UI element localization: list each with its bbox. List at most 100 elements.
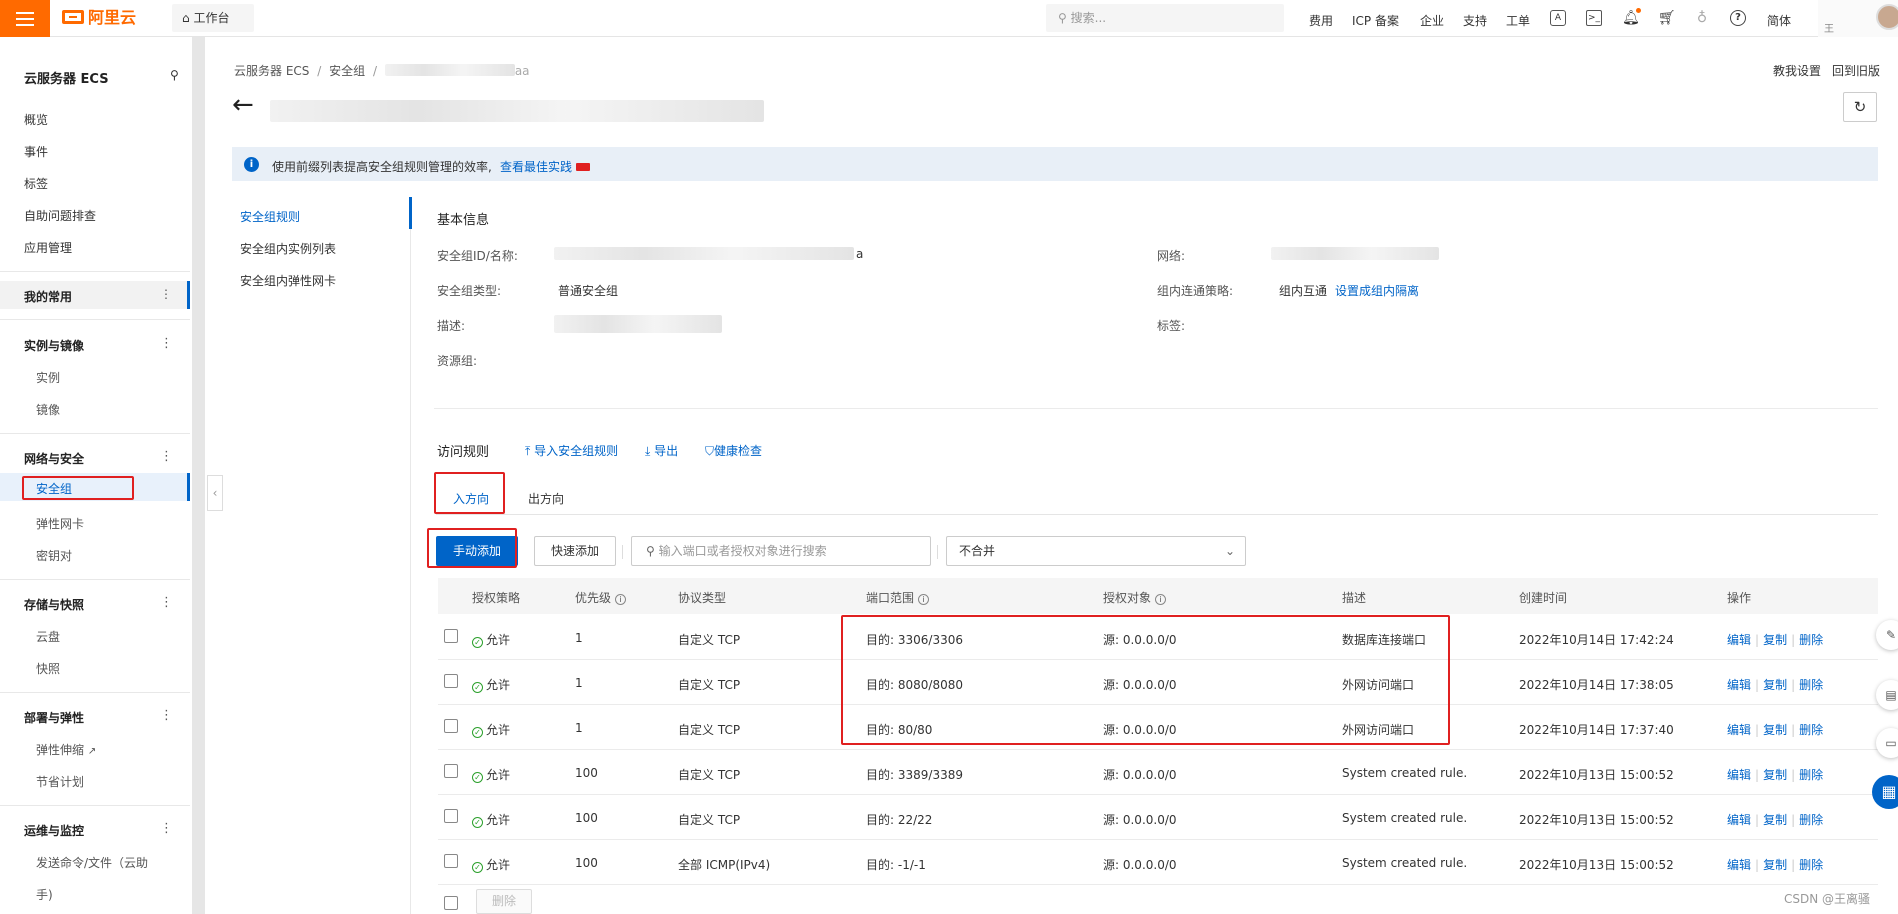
user-area[interactable]: 王 [1818,0,1898,37]
old-version-link[interactable]: 回到旧版 [1832,62,1880,79]
sidebar-favorites[interactable]: 我的常用 ⋮ [0,281,190,309]
sidebar-item-events[interactable]: 事件 [24,143,48,160]
access-rules-title: 访问规则 [437,445,490,460]
more-icon[interactable]: ⋮ [160,708,173,723]
terminal-icon[interactable]: >_ [1586,10,1602,26]
edit-link[interactable]: 编辑 [1727,633,1751,647]
delete-link[interactable]: 删除 [1799,678,1823,692]
row-checkbox[interactable] [444,854,458,868]
sidebar-item-autoscaling[interactable]: 弹性伸缩 ↗ [36,741,96,758]
edit-link[interactable]: 编辑 [1727,858,1751,872]
row-checkbox[interactable] [444,719,458,733]
copy-link[interactable]: 复制 [1763,723,1787,737]
breadcrumb-ecs[interactable]: 云服务器 ECS [234,64,309,78]
more-icon[interactable]: ⋮ [160,821,173,836]
subnav-rules[interactable]: 安全组规则 [240,208,300,225]
refresh-button[interactable]: ↻ [1843,92,1877,122]
copy-link[interactable]: 复制 [1763,678,1787,692]
delete-link[interactable]: 删除 [1799,813,1823,827]
edit-link[interactable]: 编辑 [1727,723,1751,737]
delete-link[interactable]: 删除 [1799,723,1823,737]
sidebar-item-troubleshoot[interactable]: 自助问题排查 [24,207,96,224]
copy-link[interactable]: 复制 [1763,633,1787,647]
sidebar-group-ops[interactable]: 运维与监控 [24,822,84,839]
nav-ticket[interactable]: 工单 [1506,12,1530,29]
bulk-delete-button[interactable]: 删除 [476,889,532,914]
sidebar-item-savings[interactable]: 节省计划 [36,773,84,790]
sidebar-item-eni[interactable]: 弹性网卡 [36,515,84,532]
bulb-icon[interactable]: ♁ [1694,10,1710,26]
sidebar-item-disk[interactable]: 云盘 [36,628,60,645]
import-rules-button[interactable]: ⤒ 导入安全组规则 [525,442,618,459]
apps-float-icon[interactable]: ▦ [1872,775,1898,809]
sidebar-item-send-command[interactable]: 发送命令/文件（云助 [36,854,148,871]
copy-link[interactable]: 复制 [1763,768,1787,782]
rule-search-input[interactable]: ⚲ 输入端口或者授权对象进行搜索 [631,536,931,566]
sidebar-item-snapshot[interactable]: 快照 [36,660,60,677]
tutorial-link[interactable]: 教我设置 [1773,62,1821,79]
nav-enterprise[interactable]: 企业 [1420,12,1444,29]
sidebar-item-image[interactable]: 镜像 [36,401,60,418]
subnav-enis[interactable]: 安全组内弹性网卡 [240,272,336,289]
menu-icon[interactable] [0,0,50,37]
collapse-sidebar-icon[interactable]: ‹ [207,475,223,511]
sidebar-item-keypair[interactable]: 密钥对 [36,547,72,564]
search-box[interactable]: ⚲ 搜索... [1046,4,1284,32]
info-icon[interactable]: i [917,594,929,605]
delete-link[interactable]: 删除 [1799,768,1823,782]
sidebar-group-deploy[interactable]: 部署与弹性 [24,709,84,726]
more-icon[interactable]: ⋮ [160,449,173,464]
more-icon[interactable]: ⋮ [160,336,173,351]
set-isolation-link[interactable]: 设置成组内隔离 [1335,282,1419,299]
delete-link[interactable]: 删除 [1799,633,1823,647]
nav-support[interactable]: 支持 [1463,12,1487,29]
subnav-instances[interactable]: 安全组内实例列表 [240,240,336,257]
workbench-button[interactable]: ⌂ 工作台 [172,4,254,32]
help-icon[interactable]: ? [1730,10,1746,26]
row-checkbox[interactable] [444,629,458,643]
more-icon[interactable]: ⋮ [160,287,172,301]
more-icon[interactable]: ⋮ [160,595,173,610]
divider [0,319,190,320]
sidebar-group-instances[interactable]: 实例与镜像 [24,337,84,354]
export-button[interactable]: ⤓ 导出 [645,442,678,459]
row-checkbox[interactable] [444,809,458,823]
quick-add-button[interactable]: 快速添加 [534,536,616,566]
copy-link[interactable]: 复制 [1763,858,1787,872]
sidebar-scrollbar[interactable] [192,37,205,914]
cart-icon[interactable]: 🛒︎ [1658,10,1676,26]
sidebar-item-instance[interactable]: 实例 [36,369,60,386]
aliyun-logo[interactable]: 阿里云 [62,8,136,28]
sidebar-group-network[interactable]: 网络与安全 [24,450,84,467]
sidebar-search-icon[interactable]: ⚲ [170,68,179,82]
tab-outbound[interactable]: 出方向 [528,490,564,507]
chat-float-icon[interactable]: ▭ [1876,728,1898,758]
network-label: 网络: [1157,249,1186,263]
breadcrumb-security-group[interactable]: 安全组 [329,64,365,78]
nav-fee[interactable]: 费用 [1309,12,1333,29]
row-checkbox[interactable] [444,674,458,688]
merge-select[interactable]: 不合并 ⌄ [946,536,1246,566]
edit-link[interactable]: 编辑 [1727,768,1751,782]
sidebar-item-overview[interactable]: 概览 [24,111,48,128]
sidebar-item-tags[interactable]: 标签 [24,175,48,192]
delete-link[interactable]: 删除 [1799,858,1823,872]
sidebar-group-storage[interactable]: 存储与快照 [24,596,84,613]
edit-link[interactable]: 编辑 [1727,813,1751,827]
copy-link[interactable]: 复制 [1763,813,1787,827]
back-arrow-icon[interactable]: ← [232,92,254,118]
sidebar-item-apps[interactable]: 应用管理 [24,239,72,256]
language-switch[interactable]: 简体 [1767,12,1791,29]
edit-link[interactable]: 编辑 [1727,678,1751,692]
select-all-checkbox[interactable] [444,896,458,910]
info-icon[interactable]: i [614,594,626,605]
best-practice-link[interactable]: 查看最佳实践 [500,158,590,175]
edit-float-icon[interactable]: ✎ [1876,620,1898,650]
bell-icon[interactable]: 🔔︎ [1622,10,1640,26]
book-float-icon[interactable]: ▤ [1876,680,1898,710]
info-icon[interactable]: i [1154,594,1166,605]
health-check-button[interactable]: ⛉健康检查 [705,442,762,459]
row-checkbox[interactable] [444,764,458,778]
ai-icon[interactable]: A [1550,10,1566,26]
nav-icp[interactable]: ICP 备案 [1352,12,1399,29]
